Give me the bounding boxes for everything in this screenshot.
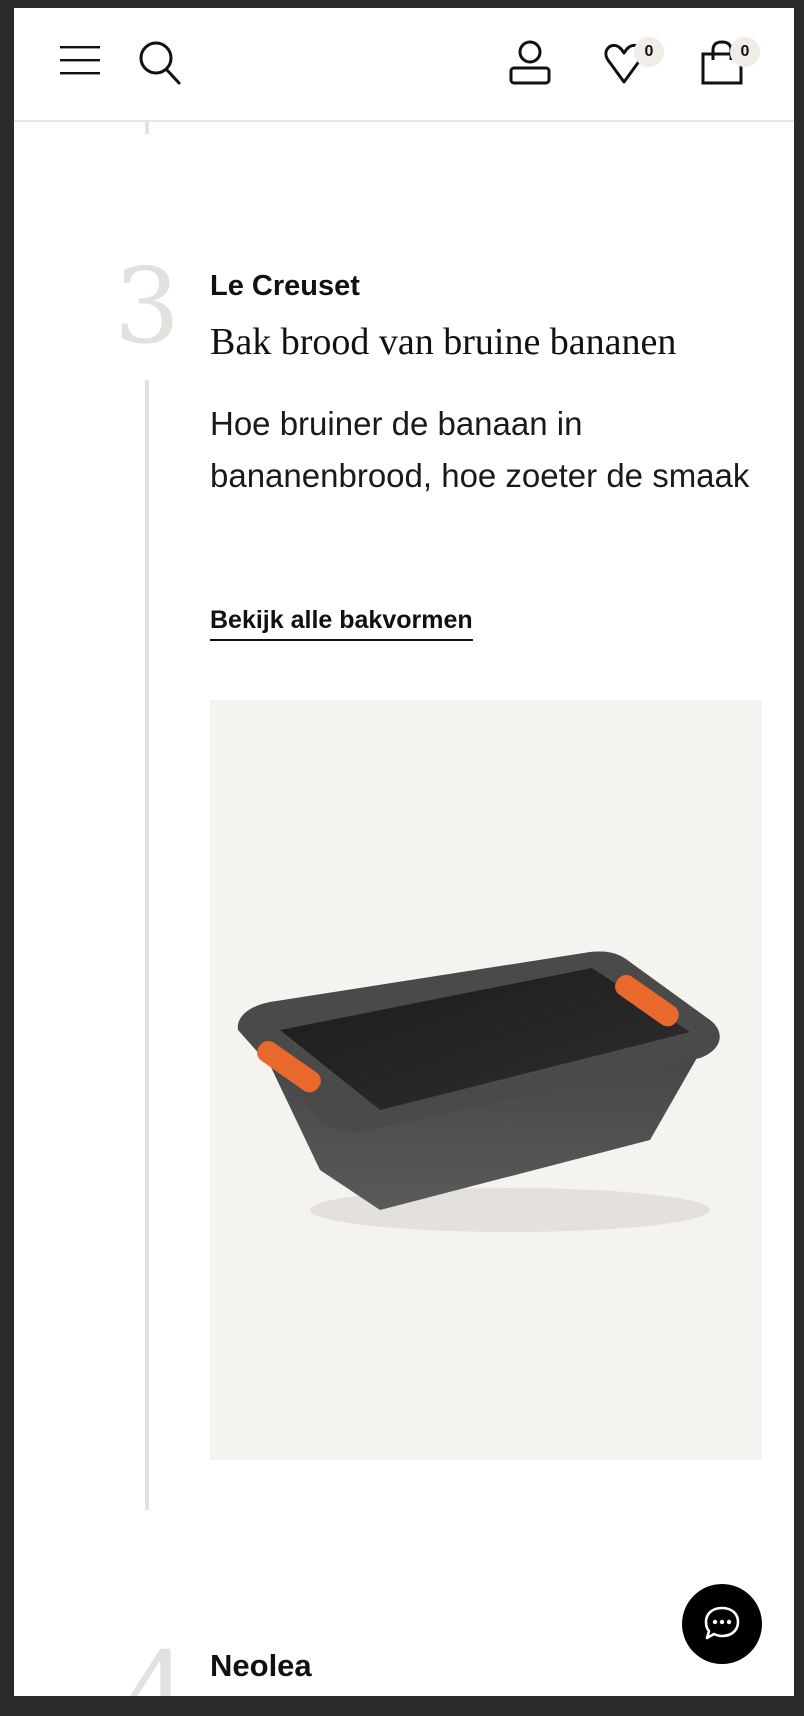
view-all-bakeware-link[interactable]: Bekijk alle bakvormen: [210, 606, 473, 641]
step-number: 3: [114, 245, 181, 367]
loaf-pan-illustration: [237, 951, 720, 1232]
chat-button[interactable]: [682, 1584, 762, 1664]
page-frame: 0 0 3 Le Creuset Bak brood van bruine ba…: [14, 8, 794, 1696]
user-icon[interactable]: [508, 40, 552, 86]
timeline-line: [145, 380, 149, 1510]
product-image-loaf-pan[interactable]: [210, 700, 762, 1460]
wishlist-count-badge: 0: [634, 37, 664, 67]
cart-count-badge: 0: [730, 37, 760, 67]
timeline-line-top: [145, 120, 149, 134]
step-description: Hoe bruiner de banaan in bananenbrood, h…: [210, 405, 750, 494]
step-number-next: 4: [124, 1629, 191, 1696]
hamburger-menu-icon[interactable]: [60, 44, 100, 76]
search-icon[interactable]: [138, 40, 182, 86]
chat-bubble-icon: [704, 1606, 740, 1640]
site-header: 0 0: [14, 8, 794, 122]
brand-name-next: Neolea: [210, 1648, 312, 1683]
step-title: Bak brood van bruine bananen: [210, 321, 677, 363]
brand-name: Le Creuset: [210, 270, 360, 302]
